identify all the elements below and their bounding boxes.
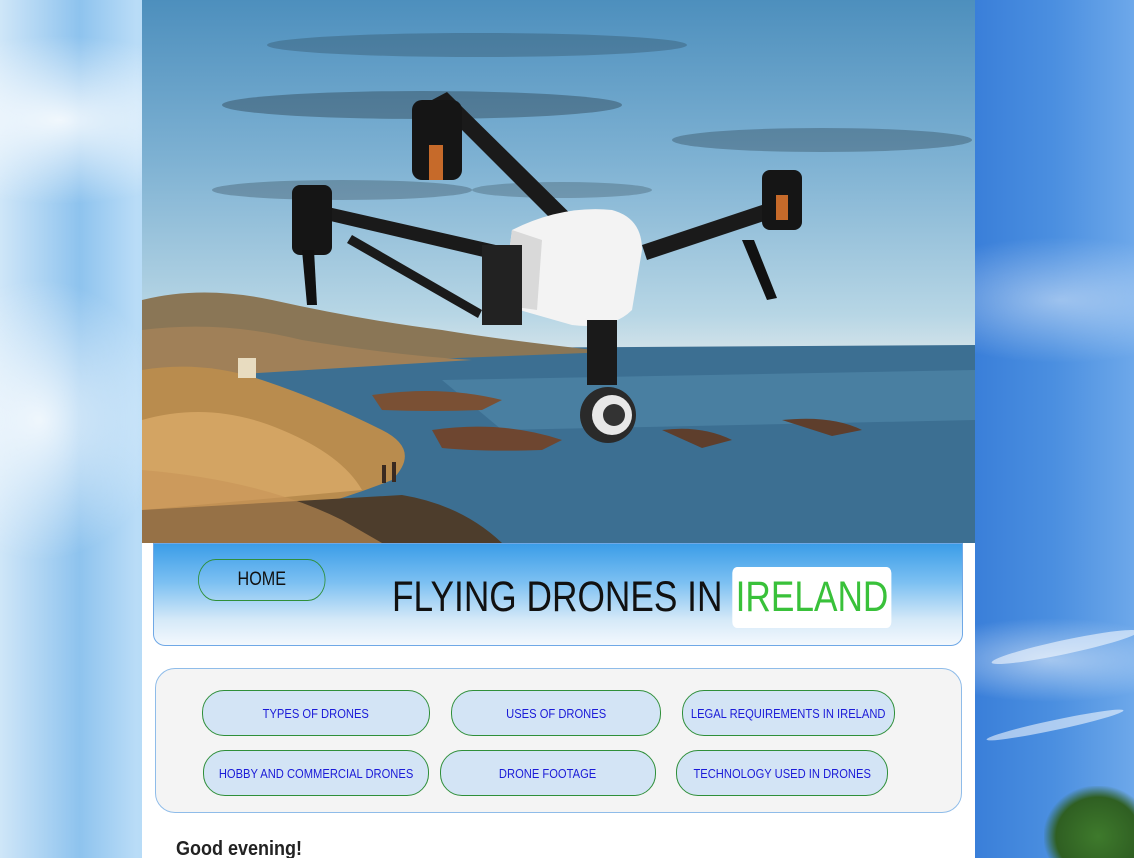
home-button[interactable]: HOME [198,559,326,601]
nav-drone-footage[interactable]: DRONE FOOTAGE [440,750,656,796]
nav-item-label: USES OF DRONES [505,705,606,721]
nav-hobby-commercial-drones[interactable]: HOBBY AND COMMERCIAL DRONES [203,750,429,796]
nav-item-label: TYPES OF DRONES [262,705,370,721]
greeting-text: Good evening! [176,838,302,858]
background-tree [1044,786,1134,858]
hero-image [142,0,975,543]
drone-photo [142,33,975,543]
nav-item-label: DRONE FOOTAGE [499,765,597,781]
background-cloud-streak [985,705,1125,745]
nav-types-of-drones[interactable]: TYPES OF DRONES [202,690,430,736]
background-cloud-streak [990,624,1134,670]
site-header: HOME FLYING DRONES IN IRELAND [153,543,963,646]
nav-item-label: LEGAL REQUIREMENTS IN IRELAND [691,705,886,721]
site-title: FLYING DRONES IN IRELAND [392,558,892,636]
site-title-highlight: IRELAND [732,566,892,628]
nav-item-label: HOBBY AND COMMERCIAL DRONES [218,765,414,781]
site-title-main: FLYING DRONES IN [392,572,723,621]
nav-legal-requirements[interactable]: LEGAL REQUIREMENTS IN IRELAND [682,690,895,736]
nav-uses-of-drones[interactable]: USES OF DRONES [451,690,661,736]
nav-item-label: TECHNOLOGY USED IN DRONES [693,765,871,781]
page-container: HOME FLYING DRONES IN IRELAND TYPES OF D… [142,0,975,858]
nav-technology-used[interactable]: TECHNOLOGY USED IN DRONES [676,750,888,796]
